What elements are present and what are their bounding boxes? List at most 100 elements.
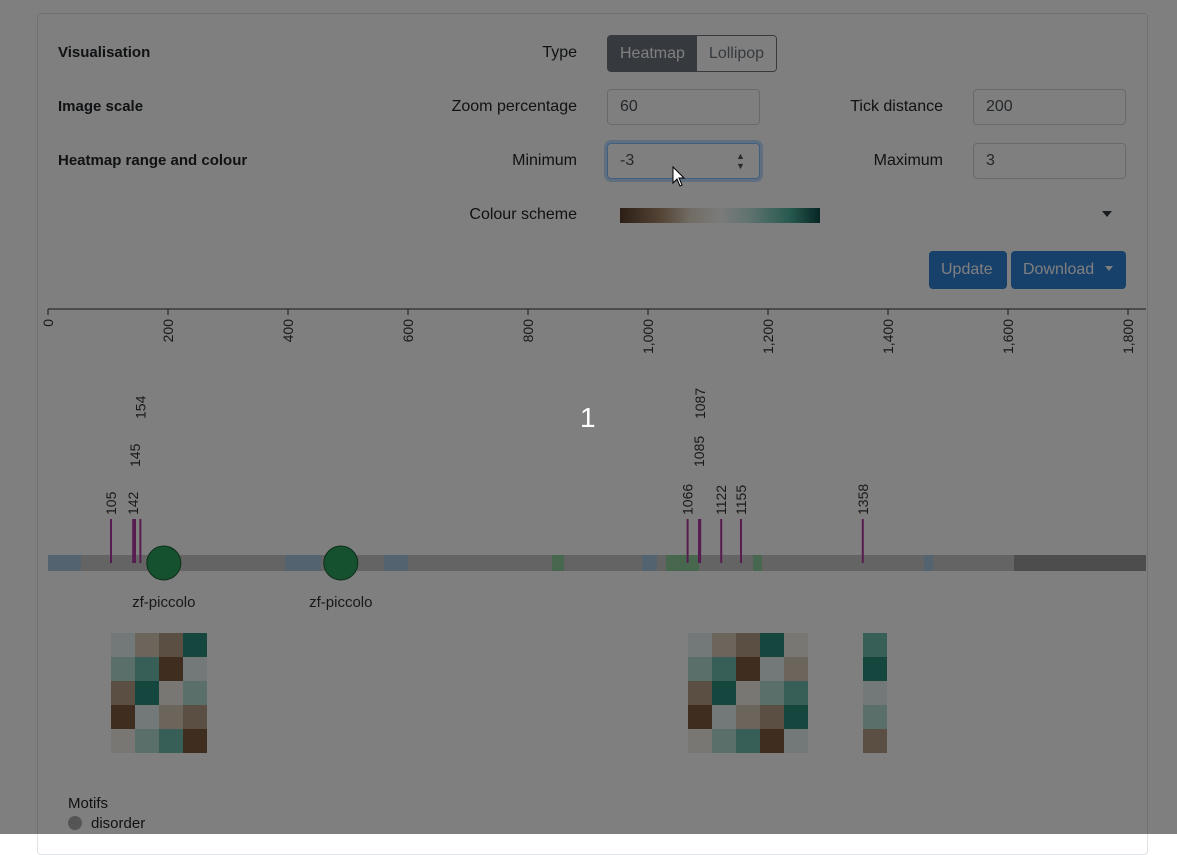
heatmap-cell [736,657,760,681]
track-segment [285,555,321,571]
minimum-label: Minimum [512,152,577,169]
heatmap-cell [863,633,887,657]
heatmap-cell [712,657,736,681]
track-segment [552,555,564,571]
heatmap-cell [712,633,736,657]
lollipop-toggle-button[interactable]: Lollipop [696,36,777,71]
track-segment [48,555,81,571]
track-segment [666,555,699,571]
heatmap-cell [111,633,135,657]
tick-distance-input[interactable]: 200 [973,89,1126,125]
heatmap-cell [688,681,712,705]
mouse-cursor-icon [672,166,686,187]
heatmap-cell [183,657,207,681]
heatmap-cell [863,681,887,705]
heatmap-cell [183,705,207,729]
legend-item-label: disorder [91,815,146,832]
tick-distance-label: Tick distance [850,98,943,115]
heatmap-cell [736,633,760,657]
axis-tick-label: 1,200 [760,319,776,354]
heatmap-cell [111,681,135,705]
heatmap-toggle-button[interactable]: Heatmap [608,36,697,71]
site-label: 154 [132,395,148,419]
heatmap-cell [159,681,183,705]
maximum-label: Maximum [873,152,943,169]
protein-track [48,555,1146,571]
heatmap-cell [159,705,183,729]
heatmap-cell [736,681,760,705]
site-label: 145 [127,443,143,467]
site-label: 1066 [680,484,696,515]
track-segment [924,555,933,571]
colour-scheme-select[interactable] [607,197,1125,233]
axis-tick-label: 1,600 [1000,319,1016,354]
heatmap-cell [135,729,159,753]
track-segment [1014,555,1146,571]
domain-label: zf-piccolo [309,594,372,611]
heatmap-cell [111,729,135,753]
heatmap-cell [183,729,207,753]
heatmap-cell [760,729,784,753]
colour-scheme-label: Colour scheme [469,206,577,223]
legend-title: Motifs [68,795,109,812]
track-segment [642,555,657,571]
caret-down-icon [1104,266,1113,271]
heatmap-cell [688,729,712,753]
heatmap-cell [760,657,784,681]
visualisation-label: Visualisation [58,44,151,61]
colour-gradient-swatch [620,208,820,223]
axis-tick-label: 1,000 [640,319,656,354]
zoom-input[interactable]: 60 [607,89,760,125]
heatmap-cell [688,657,712,681]
spin-down-icon[interactable]: ▼ [736,161,745,171]
zoom-label: Zoom percentage [451,98,577,115]
axis-tick-label: 1,800 [1120,319,1136,354]
domain-circle[interactable] [323,545,359,581]
site-label: 1087 [692,388,708,419]
heatmap-cell [760,705,784,729]
domain-circle[interactable] [146,545,182,581]
heatmap-cell [760,681,784,705]
site-label: 1085 [691,436,707,467]
heatmap-cell [159,729,183,753]
image-scale-label: Image scale [58,98,144,115]
site-label: 1122 [713,485,729,515]
maximum-input[interactable]: 3 [973,143,1126,179]
heatmap-cell [183,633,207,657]
heatmap-cell [863,729,887,753]
page-number: 1 [580,402,596,433]
heatmap-cell [760,633,784,657]
heatmap-cell [135,657,159,681]
heatmap-cell [863,657,887,681]
disorder-swatch [68,816,82,830]
heatmap-cell [736,705,760,729]
heatmap-cell [159,657,183,681]
site-label: 1155 [733,485,749,515]
axis-tick-label: 1,400 [880,319,896,354]
spin-up-icon[interactable]: ▲ [736,151,745,161]
site-label: 1358 [855,484,871,515]
heatmap-cell [688,633,712,657]
axis-tick-label: 400 [280,319,296,343]
heatmap-cell [135,633,159,657]
domain-label: zf-piccolo [132,594,195,611]
heatmap-cell [712,705,736,729]
heatmap-cell [784,729,808,753]
download-button[interactable]: Download [1011,251,1126,289]
heatmap-cell [135,705,159,729]
heatmap-cell [784,705,808,729]
heatmap-cell [111,705,135,729]
update-button[interactable]: Update [929,251,1007,289]
site-label: 105 [103,491,119,515]
heatmap-cell [159,633,183,657]
heatmap-cell [688,705,712,729]
track-segment [753,555,762,571]
heatmap-range-label: Heatmap range and colour [58,152,248,169]
heatmap-cell [135,681,159,705]
axis-tick-label: 200 [160,319,176,343]
heatmap-cell [784,657,808,681]
site-label: 142 [125,491,141,515]
heatmap-cell [736,729,760,753]
heatmap-cell [784,633,808,657]
download-label: Download [1023,261,1095,278]
